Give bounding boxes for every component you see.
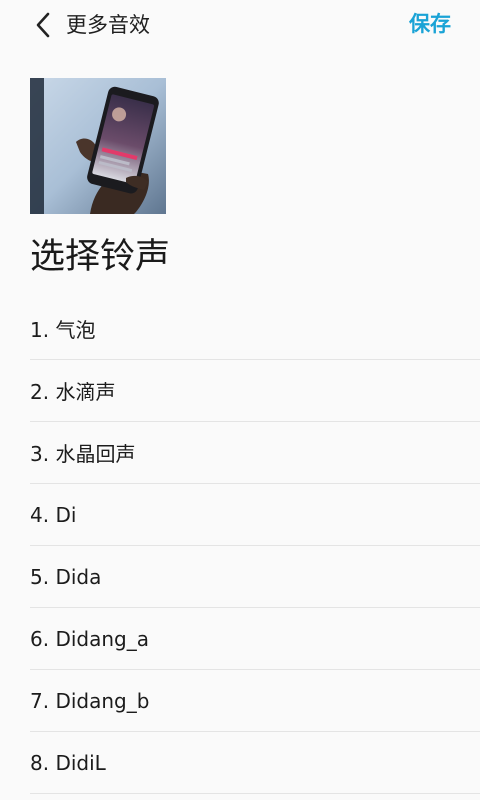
ringtone-item[interactable]: 5. Dida (30, 546, 480, 608)
ringtone-item[interactable]: 2. 水滴声 (30, 360, 480, 422)
ringtone-list: 1. 气泡 2. 水滴声 3. 水晶回声 4. Di 5. Dida 6. Di… (30, 298, 480, 794)
ringtone-item[interactable]: 3. 水晶回声 (30, 422, 480, 484)
ringtone-item[interactable]: 1. 气泡 (30, 298, 480, 360)
top-bar: 更多音效 保存 (0, 0, 480, 50)
ringtone-item[interactable]: 8. DidiL (30, 732, 480, 794)
page-title: 更多音效 (66, 13, 150, 37)
cover-image (30, 78, 166, 214)
chevron-left-icon (36, 12, 50, 38)
ringtone-item[interactable]: 4. Di (30, 484, 480, 546)
back-button[interactable] (26, 8, 60, 42)
section-heading: 选择铃声 (30, 237, 171, 277)
save-button[interactable]: 保存 (409, 10, 451, 38)
ringtone-item[interactable]: 6. Didang_a (30, 608, 480, 670)
ringtone-item[interactable]: 7. Didang_b (30, 670, 480, 732)
